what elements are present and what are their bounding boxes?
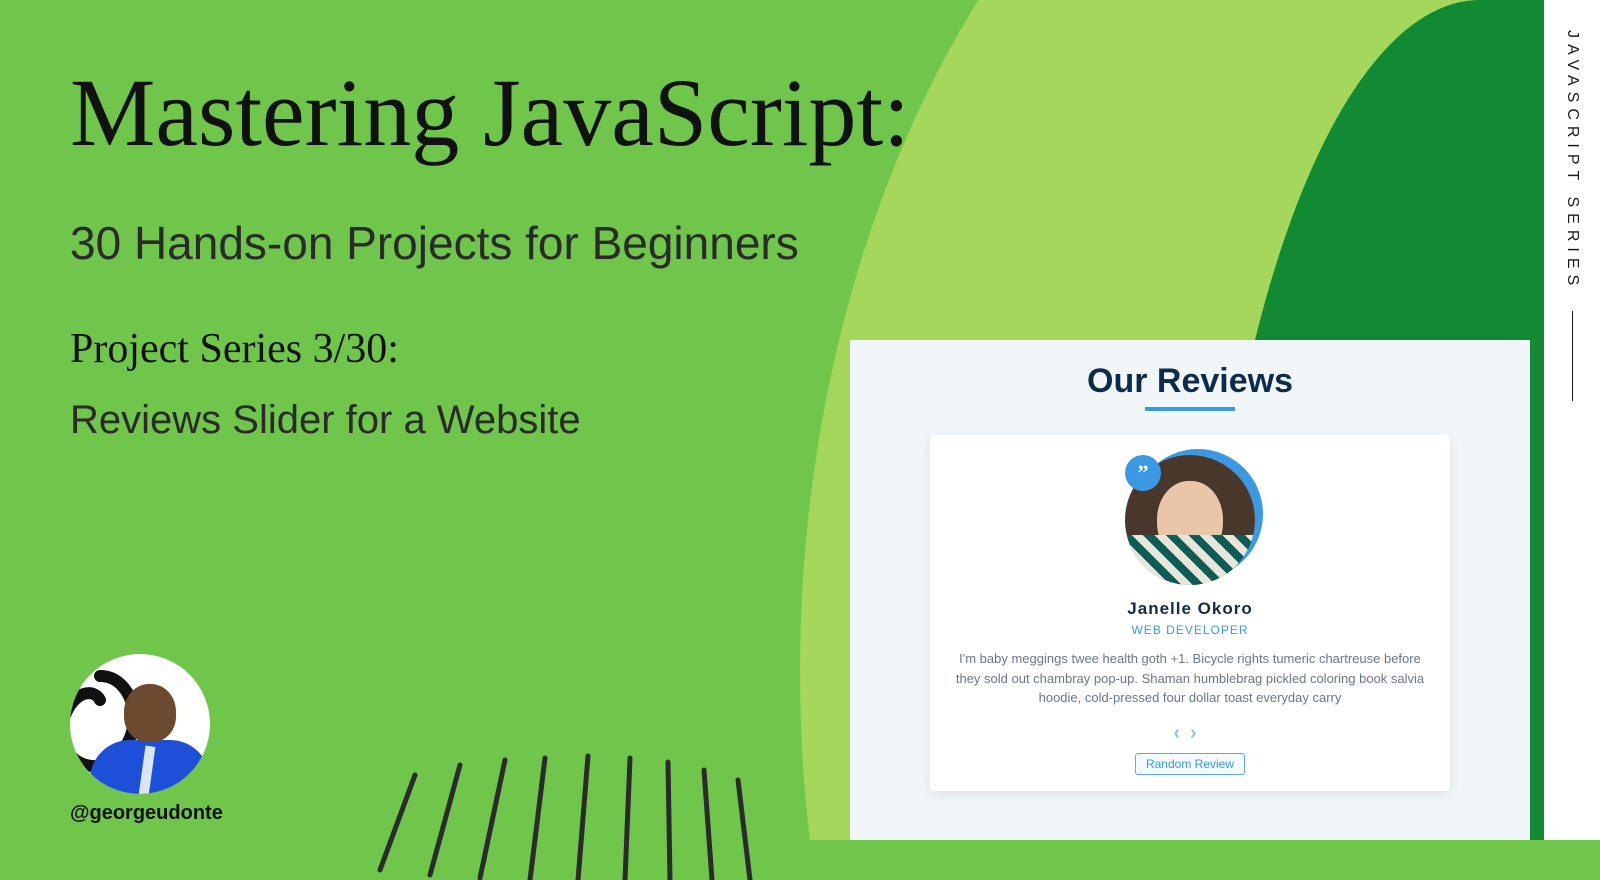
page-subtitle: 30 Hands-on Projects for Beginners [70, 216, 1070, 270]
vertical-divider [1572, 311, 1573, 401]
scribble-decoration-icon [340, 680, 840, 880]
review-avatar-wrap: ” [1125, 455, 1255, 585]
prev-icon[interactable]: ‹ [1173, 722, 1190, 744]
reviews-preview-panel: Our Reviews ” Janelle Okoro WEB DEVELOPE… [850, 340, 1530, 840]
random-review-button[interactable]: Random Review [1135, 753, 1245, 775]
author-block: @georgeudonte [70, 654, 223, 825]
review-text: I'm baby meggings twee health goth +1. B… [954, 649, 1426, 708]
preview-title-text: Our Reviews [1087, 362, 1293, 400]
next-icon[interactable]: › [1190, 722, 1207, 744]
preview-heading: Our Reviews [878, 362, 1502, 401]
page-title: Mastering JavaScript: [70, 60, 1070, 166]
reviewer-role: WEB DEVELOPER [954, 623, 1426, 637]
author-avatar [70, 654, 210, 794]
quote-icon: ” [1125, 455, 1161, 491]
preview-underline [1145, 407, 1235, 411]
reviewer-name: Janelle Okoro [954, 599, 1426, 619]
review-card: ” Janelle Okoro WEB DEVELOPER I'm baby m… [930, 435, 1450, 791]
author-handle: @georgeudonte [70, 802, 223, 825]
vertical-series-label: JAVASCRIPT SERIES [1563, 30, 1581, 291]
right-sidebar: JAVASCRIPT SERIES [1544, 0, 1600, 840]
review-nav: ‹› [954, 722, 1426, 745]
